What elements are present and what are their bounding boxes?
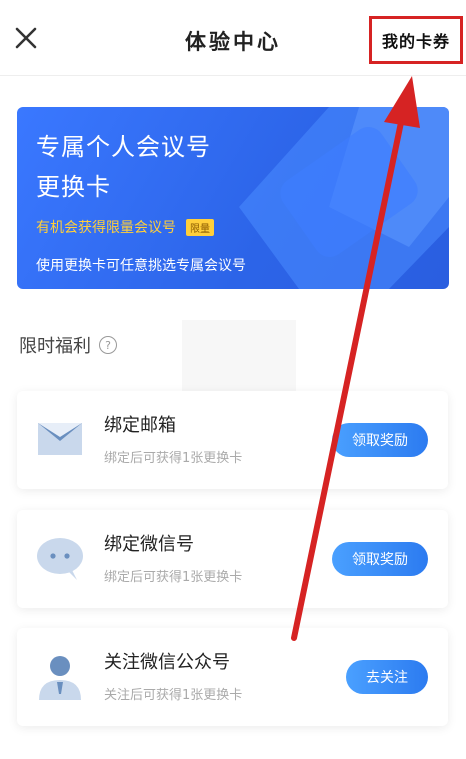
hero-banner[interactable]: 专属个人会议号 更换卡 有机会获得限量会议号 限量 使用更换卡可任意挑选专属会议… bbox=[17, 107, 449, 289]
header-bar: 体验中心 我的卡券 bbox=[0, 0, 466, 76]
task-title: 绑定邮箱 bbox=[104, 415, 176, 436]
claim-reward-button[interactable]: 领取奖励 bbox=[332, 423, 428, 457]
task-description: 关注后可获得1张更换卡 bbox=[104, 688, 243, 703]
task-title: 关注微信公众号 bbox=[104, 652, 230, 673]
task-card-follow-official: 关注微信公众号 关注后可获得1张更换卡 去关注 bbox=[17, 628, 448, 726]
hero-description: 使用更换卡可任意挑选专属会议号 bbox=[36, 258, 246, 274]
task-card-bind-wechat: 绑定微信号 绑定后可获得1张更换卡 领取奖励 bbox=[17, 510, 448, 608]
follow-button[interactable]: 去关注 bbox=[346, 660, 428, 694]
hero-title-line1: 专属个人会议号 bbox=[36, 133, 211, 161]
envelope-icon bbox=[35, 415, 85, 465]
claim-reward-button[interactable]: 领取奖励 bbox=[332, 542, 428, 576]
task-card-bind-email: 绑定邮箱 绑定后可获得1张更换卡 领取奖励 bbox=[17, 391, 448, 489]
section-heading: 限时福利 ? bbox=[19, 332, 117, 358]
limited-badge: 限量 bbox=[186, 218, 214, 236]
task-description: 绑定后可获得1张更换卡 bbox=[104, 570, 243, 585]
task-title: 绑定微信号 bbox=[104, 534, 194, 555]
help-icon[interactable]: ? bbox=[99, 336, 117, 354]
task-description: 绑定后可获得1张更换卡 bbox=[104, 451, 243, 466]
section-title-text: 限时福利 bbox=[19, 336, 91, 357]
my-cards-button[interactable]: 我的卡券 bbox=[369, 16, 463, 64]
hero-subtitle: 有机会获得限量会议号 bbox=[36, 220, 176, 236]
hero-title-line2: 更换卡 bbox=[36, 173, 111, 201]
chat-bubble-icon bbox=[35, 534, 85, 584]
person-icon bbox=[35, 652, 85, 702]
